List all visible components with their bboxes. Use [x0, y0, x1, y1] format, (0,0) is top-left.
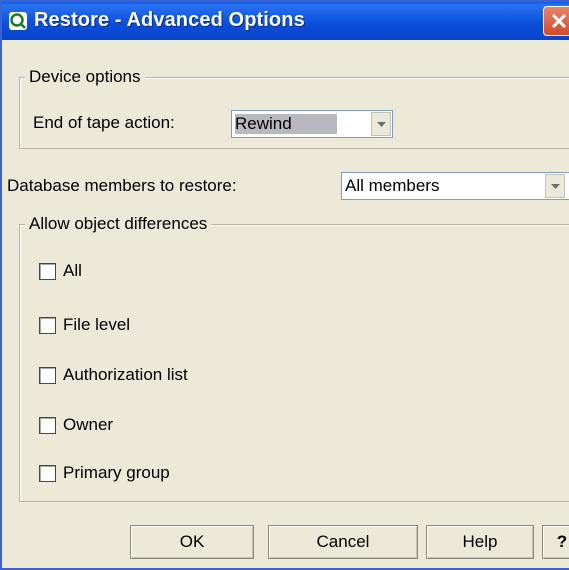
end-of-tape-label: End of tape action: [33, 113, 175, 132]
checkbox-label: File level [63, 315, 131, 334]
cancel-button[interactable]: Cancel [268, 525, 418, 559]
owner-checkbox[interactable] [39, 417, 56, 434]
checkbox-label: Owner [63, 415, 114, 434]
ok-button[interactable]: OK [130, 525, 254, 559]
authorization-list-checkbox[interactable] [39, 367, 56, 384]
database-members-value: All members [345, 176, 440, 195]
file-level-checkbox[interactable] [39, 317, 56, 334]
all-checkbox[interactable] [39, 263, 56, 280]
close-button[interactable] [543, 6, 569, 36]
primary-group-checkbox[interactable] [39, 465, 56, 482]
chevron-down-icon[interactable] [371, 112, 391, 136]
help-button[interactable]: Help [426, 525, 534, 559]
close-icon [551, 13, 567, 29]
dialog-window: Restore - Advanced Options Device option… [0, 0, 569, 570]
device-options-legend: Device options [25, 67, 145, 87]
chevron-down-icon[interactable] [545, 174, 565, 198]
checkbox-label: Authorization list [63, 365, 188, 384]
object-differences-group: Allow object differences [19, 214, 569, 502]
database-members-label: Database members to restore: [7, 176, 237, 195]
checkbox-label: All [63, 261, 82, 280]
app-icon [8, 11, 28, 31]
end-of-tape-value: Rewind [235, 114, 337, 134]
checkbox-label: Primary group [63, 463, 170, 482]
title-bar[interactable]: Restore - Advanced Options [2, 2, 569, 40]
database-members-dropdown[interactable]: All members [341, 172, 569, 200]
end-of-tape-dropdown[interactable]: Rewind [231, 110, 393, 138]
object-differences-legend: Allow object differences [25, 214, 212, 234]
window-title: Restore - Advanced Options [34, 9, 305, 31]
whats-this-button[interactable]: ? [542, 525, 569, 559]
